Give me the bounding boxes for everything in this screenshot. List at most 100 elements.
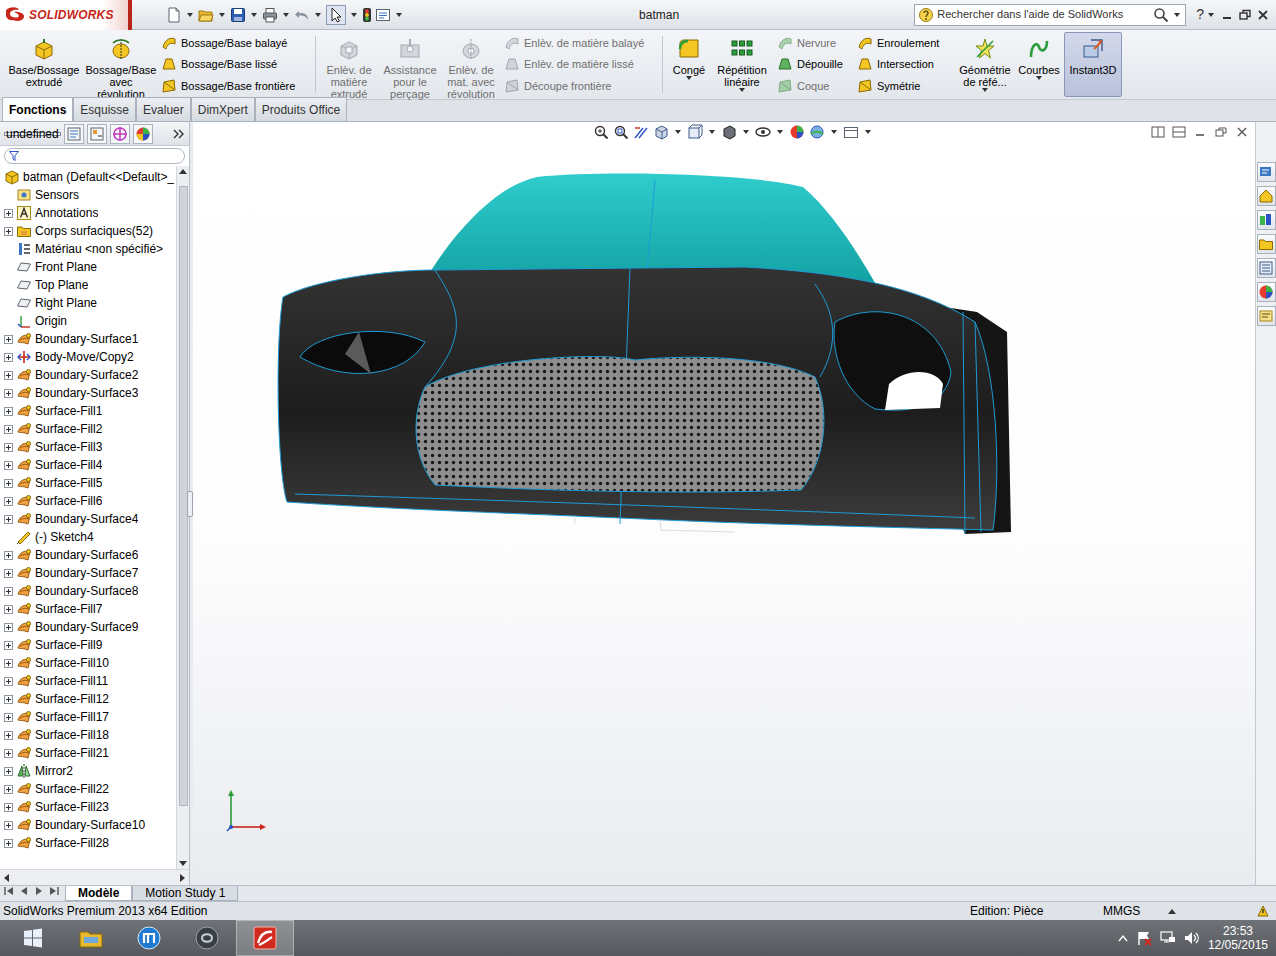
tree-expander[interactable] <box>4 515 13 524</box>
ribbon-small-button[interactable]: Bossage/Base lissé <box>161 56 307 73</box>
tree-item[interactable]: Surface-Fill10 <box>0 654 176 672</box>
dropdown-arrow[interactable] <box>1208 13 1214 17</box>
horizontal-scrollbar[interactable] <box>0 869 189 885</box>
hide-show-items-icon[interactable] <box>755 124 771 140</box>
tree-expander[interactable] <box>4 731 13 740</box>
feature-tree-icon[interactable]: undefined <box>4 132 61 136</box>
tree-expander[interactable] <box>4 569 13 578</box>
tree-expander[interactable] <box>4 479 13 488</box>
dropdown-arrow[interactable] <box>1036 76 1042 80</box>
ribbon-button[interactable]: Assistance pour le perçage <box>379 32 441 97</box>
restore-icon[interactable] <box>1238 8 1252 22</box>
dropdown-arrow[interactable] <box>315 13 321 17</box>
tree-expander[interactable] <box>4 839 13 848</box>
zoom-to-fit-icon[interactable] <box>593 124 609 140</box>
ribbon-small-button[interactable]: Enlèv. de matière balayé <box>504 35 654 52</box>
tree-item[interactable]: Surface-Fill1 <box>0 402 176 420</box>
scroll-right-arrow-icon[interactable] <box>180 874 185 882</box>
tree-item[interactable]: Surface-Fill5 <box>0 474 176 492</box>
previous-view-icon[interactable] <box>633 124 649 140</box>
solidworks-app-icon[interactable] <box>236 920 294 956</box>
tree-item[interactable]: Surface-Fill23 <box>0 798 176 816</box>
apply-scene-icon[interactable] <box>809 124 825 140</box>
undo-arrow-icon[interactable] <box>294 7 310 23</box>
tree-item[interactable]: Surface-Fill22 <box>0 780 176 798</box>
tree-item[interactable]: Boundary-Surface9 <box>0 618 176 636</box>
tree-item[interactable]: Top Plane <box>0 276 176 294</box>
tree-item[interactable]: Right Plane <box>0 294 176 312</box>
tree-expander[interactable] <box>4 461 13 470</box>
tree-expander[interactable] <box>4 641 13 650</box>
tree-item[interactable]: Boundary-Surface1 <box>0 330 176 348</box>
rebuild-traffic-light-icon[interactable] <box>362 7 372 23</box>
section-view-icon[interactable] <box>653 124 669 140</box>
previous-tab-arrow-icon[interactable] <box>19 886 29 896</box>
tree-item[interactable]: Surface-Fill11 <box>0 672 176 690</box>
tree-expander[interactable] <box>4 767 13 776</box>
model-tab[interactable]: Motion Study 1 <box>132 886 238 901</box>
tree-item[interactable]: Surface-Fill3 <box>0 438 176 456</box>
dropdown-arrow[interactable] <box>865 130 871 134</box>
dropdown-arrow[interactable] <box>351 13 357 17</box>
command-tab[interactable]: Produits Office <box>255 97 347 121</box>
tree-expander[interactable] <box>4 695 13 704</box>
show-hidden-icons-icon[interactable] <box>1118 934 1128 942</box>
tree-expander[interactable] <box>4 677 13 686</box>
property-manager-icon[interactable] <box>64 124 84 144</box>
browser-icon[interactable] <box>120 920 178 956</box>
ribbon-small-button[interactable]: Bossage/Base frontière <box>161 78 307 95</box>
scroll-left-arrow-icon[interactable] <box>4 874 9 882</box>
new-document-icon[interactable] <box>166 7 182 23</box>
tree-expander[interactable] <box>4 425 13 434</box>
split-horizontal-icon[interactable] <box>1172 126 1186 138</box>
scroll-down-arrow-icon[interactable] <box>179 861 187 866</box>
ribbon-button[interactable]: Base/Bossage extrudé <box>4 32 84 97</box>
model-tab[interactable]: Modèle <box>65 886 132 901</box>
vertical-scrollbar[interactable] <box>176 166 189 869</box>
save-disk-icon[interactable] <box>230 7 246 23</box>
tree-expander[interactable] <box>4 587 13 596</box>
car-model-render[interactable] <box>275 172 1015 542</box>
configuration-manager-icon[interactable] <box>87 124 107 144</box>
dropdown-arrow[interactable] <box>675 130 681 134</box>
ribbon-small-button[interactable]: Coque <box>777 78 849 95</box>
dropdown-arrow[interactable] <box>739 88 745 92</box>
first-tab-arrow-icon[interactable] <box>4 886 14 896</box>
dropdown-arrow[interactable] <box>187 13 193 17</box>
tree-item[interactable]: Surface-Fill7 <box>0 600 176 618</box>
command-tab[interactable]: Esquisse <box>73 97 136 121</box>
tree-item[interactable]: Surface-Fill17 <box>0 708 176 726</box>
tree-expander[interactable] <box>4 551 13 560</box>
tree-item[interactable]: Boundary-Surface8 <box>0 582 176 600</box>
command-tab[interactable]: Evaluer <box>136 97 191 121</box>
dropdown-arrow[interactable] <box>686 76 692 80</box>
tree-expander[interactable] <box>4 389 13 398</box>
dropdown-arrow[interactable] <box>1090 76 1096 80</box>
tree-item[interactable]: Boundary-Surface3 <box>0 384 176 402</box>
open-folder-icon[interactable] <box>198 7 214 23</box>
tree-item[interactable]: Body-Move/Copy2 <box>0 348 176 366</box>
ribbon-button[interactable]: Bossage/Base avec révolution <box>86 32 156 97</box>
tree-item[interactable]: Boundary-Surface7 <box>0 564 176 582</box>
appearances-icon[interactable] <box>1257 282 1276 302</box>
edit-appearance-icon[interactable] <box>789 124 805 140</box>
ribbon-small-button[interactable]: Nervure <box>777 35 849 52</box>
display-manager-icon[interactable] <box>133 124 153 144</box>
graphics-viewport[interactable] <box>193 122 1255 885</box>
search-input[interactable] <box>937 6 1150 23</box>
tree-item[interactable]: Boundary-Surface10 <box>0 816 176 834</box>
tree-item[interactable]: Boundary-Surface2 <box>0 366 176 384</box>
resources-icon[interactable] <box>1257 162 1276 182</box>
tree-item[interactable]: Surface-Fill9 <box>0 636 176 654</box>
dropdown-arrow[interactable] <box>251 13 257 17</box>
volume-speaker-icon[interactable] <box>1184 930 1200 946</box>
tree-item[interactable]: Surface-Fill12 <box>0 690 176 708</box>
dimxpert-manager-icon[interactable] <box>110 124 130 144</box>
tree-item[interactable]: Surface-Fill28 <box>0 834 176 852</box>
tree-item[interactable]: (-) Sketch4 <box>0 528 176 546</box>
command-tab[interactable]: DimXpert <box>191 97 255 121</box>
tree-expander[interactable] <box>4 227 13 236</box>
tree-expander[interactable] <box>4 209 13 218</box>
network-icon[interactable] <box>1160 930 1176 946</box>
ribbon-button[interactable]: Géométrie de réfé... <box>956 32 1014 97</box>
